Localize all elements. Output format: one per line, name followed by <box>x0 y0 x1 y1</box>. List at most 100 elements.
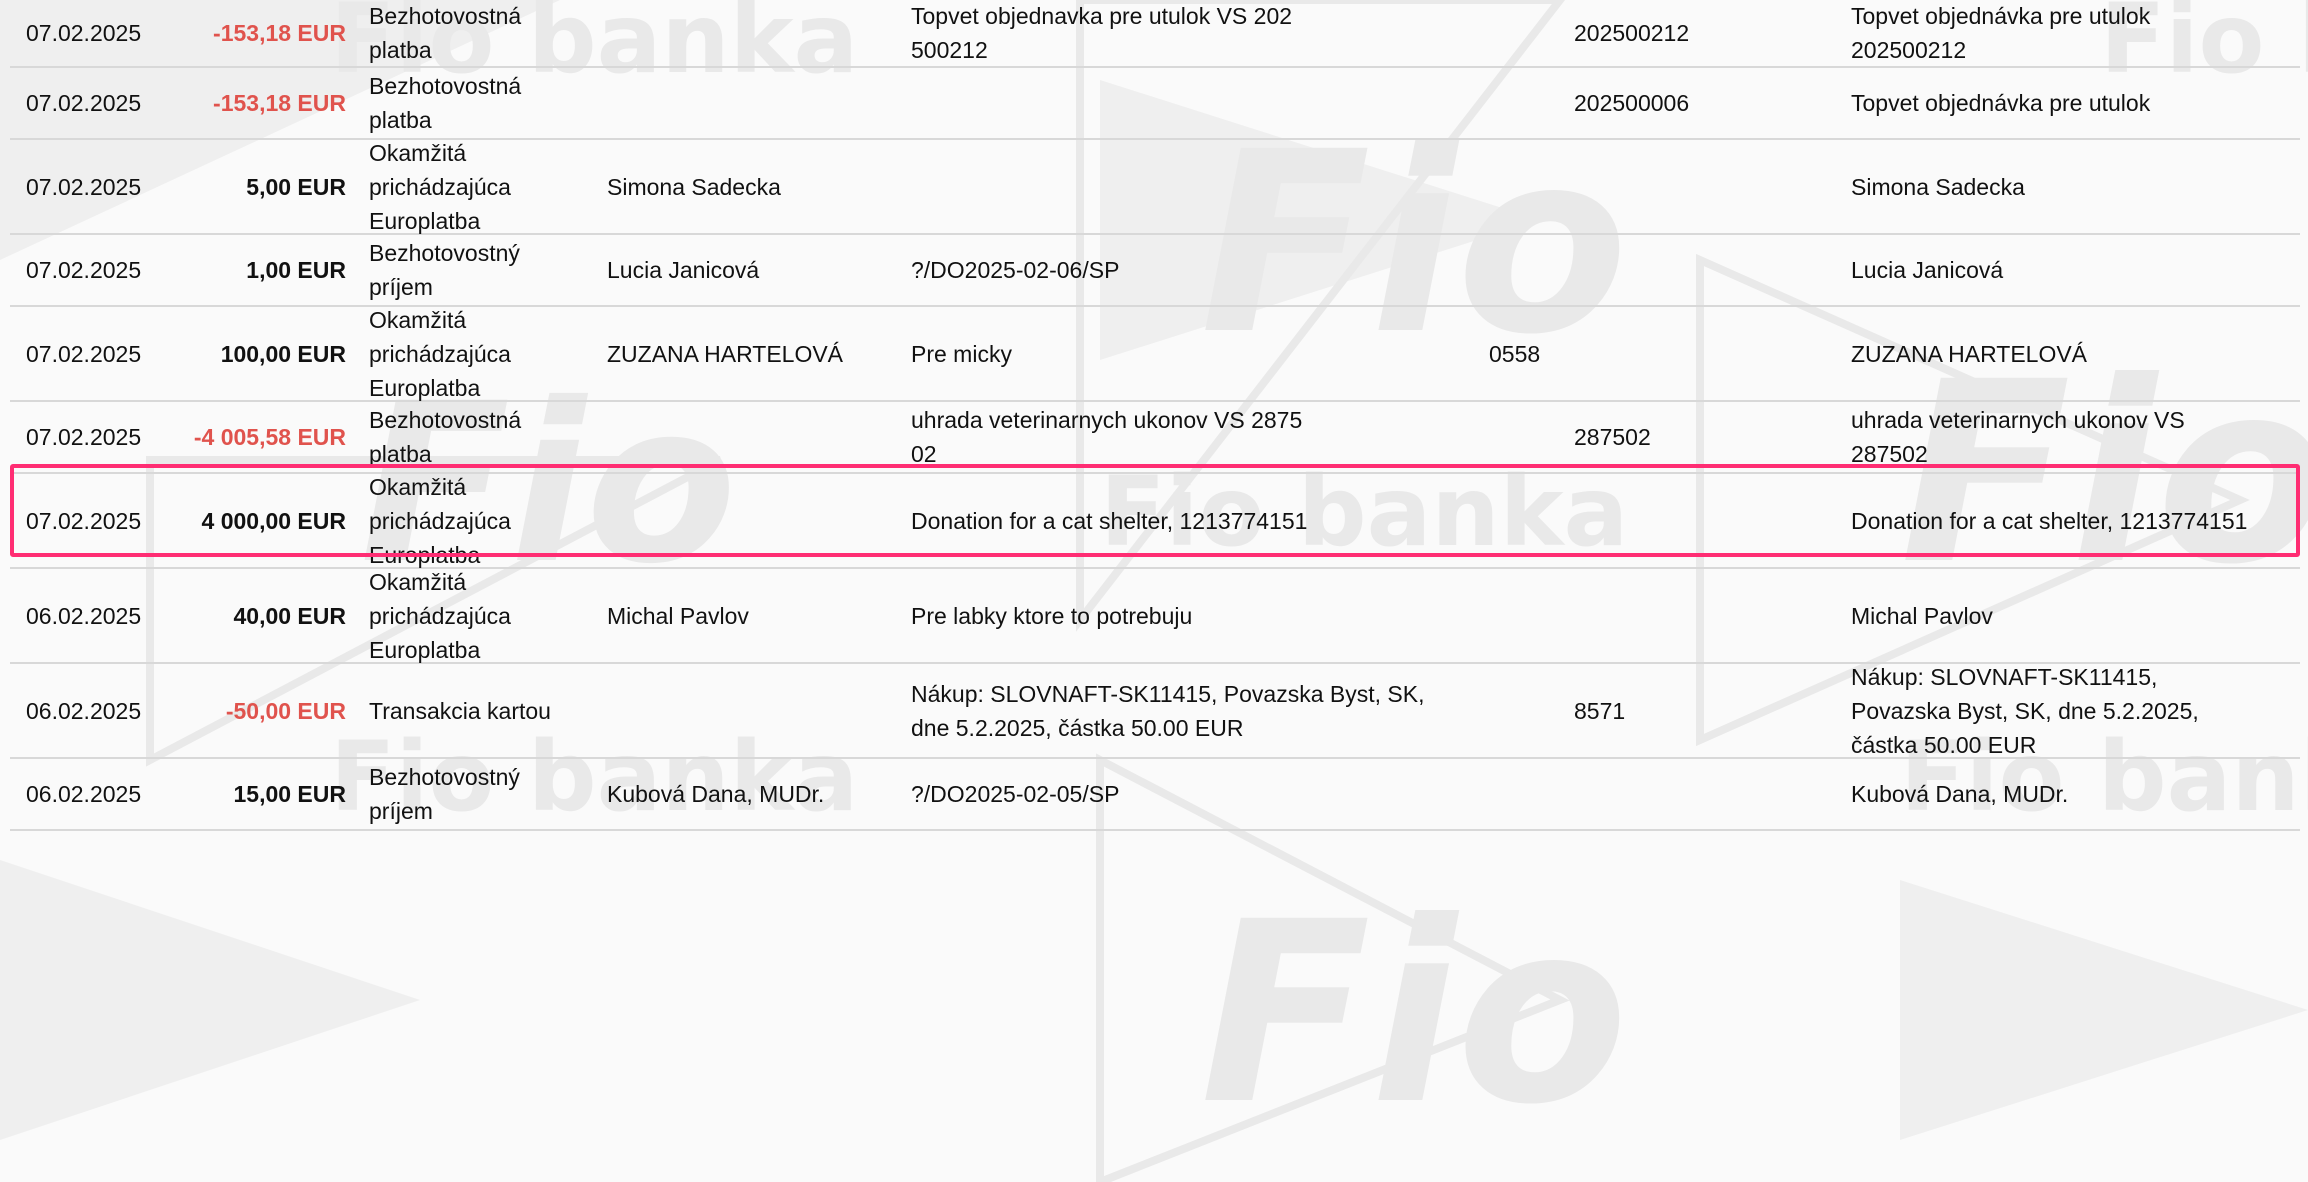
note-cell: Donation for a cat shelter, 1213774151 <box>1851 504 2291 538</box>
note-cell-line: 287502 <box>1851 441 1928 467</box>
table-row[interactable]: 07.02.2025 5,00 EUR Okamžitá prichádzajúca E… <box>10 140 2300 235</box>
message-cell-line: 02 <box>911 441 937 467</box>
note-cell: Topvet objednávka pre utulok 202500212 <box>1851 0 2291 67</box>
table-row[interactable]: 06.02.2025 15,00 EUR Bezhotovostný príjem Ku… <box>10 759 2300 831</box>
message-cell: ?/DO2025-02-05/SP <box>911 777 1471 811</box>
amount-cell: -50,00 EUR <box>225 697 346 724</box>
message-cell: ?/DO2025-02-06/SP <box>911 253 1471 287</box>
type-cell-line: Okamžitá <box>369 568 467 595</box>
table-row[interactable]: 07.02.2025 -153,18 EUR Bezhotovostná platba… <box>10 68 2300 140</box>
message-cell-line: dne 5.2.2025, částka 50.00 EUR <box>911 714 1244 741</box>
type-cell-line: Transakcia kartou <box>369 697 551 724</box>
type-cell-line: platba <box>369 37 432 63</box>
type-cell-line: Bezhotovostná <box>369 73 522 99</box>
type-cell-line: prichádzajúca <box>369 340 511 367</box>
message-cell: Topvet objednavka pre utulok VS 202 50021… <box>911 0 1471 67</box>
message-cell-line: 500212 <box>911 37 988 63</box>
note-cell: Lucia Janicová <box>1851 253 2291 287</box>
note-cell-line: Topvet objednávka pre utulok <box>1851 3 2151 29</box>
counterparty-cell: Kubová Dana, MUDr. <box>607 781 825 807</box>
type-cell-line: prichádzajúca <box>369 507 511 534</box>
note-cell: Nákup: SLOVNAFT-SK11415, Povazska Byst, S… <box>1851 660 2291 762</box>
type-cell-line: Okamžitá <box>369 139 467 166</box>
type-cell: Transakcia kartou <box>369 694 569 728</box>
message-cell-line: ?/DO2025-02-06/SP <box>911 257 1120 283</box>
date-cell: 06.02.2025 <box>26 697 142 724</box>
amount-cell: 1,00 EUR <box>246 257 346 283</box>
type-cell: Bezhotovostná platba <box>369 403 569 471</box>
note-cell-line: Donation for a cat shelter, 1213774151 <box>1851 507 2248 534</box>
table-row[interactable]: 07.02.2025 4 000,00 EUR Okamžitá prichádzaj… <box>10 474 2300 569</box>
table-row[interactable]: 07.02.2025 -4 005,58 EUR Bezhotovostná plat… <box>10 402 2300 474</box>
note-cell-line: Simona Sadecka <box>1851 173 2025 200</box>
amount-cell: -153,18 EUR <box>213 90 346 116</box>
note-cell: Kubová Dana, MUDr. <box>1851 777 2291 811</box>
note-cell-line: Michal Pavlov <box>1851 602 1993 629</box>
date-cell: 07.02.2025 <box>26 20 142 46</box>
type-cell-line: príjem <box>369 798 433 824</box>
note-cell-line: částka 50.00 EUR <box>1851 731 2037 758</box>
amount-cell: -4 005,58 EUR <box>193 424 346 450</box>
table-row[interactable]: 06.02.2025 -50,00 EUR Transakcia kartou Nák… <box>10 664 2300 759</box>
note-cell: Michal Pavlov <box>1851 599 2291 633</box>
table-row[interactable]: 07.02.2025 1,00 EUR Bezhotovostný príjem Luc… <box>10 235 2300 307</box>
type-cell: Okamžitá prichádzajúca Europlatba <box>369 470 569 572</box>
type-cell-line: Europlatba <box>369 207 481 234</box>
date-cell: 07.02.2025 <box>26 424 142 450</box>
type-cell-line: prichádzajúca <box>369 602 511 629</box>
message-cell-line: Nákup: SLOVNAFT-SK11415, Povazska Byst, … <box>911 680 1425 707</box>
type-cell-line: Europlatba <box>369 636 481 663</box>
date-cell: 06.02.2025 <box>26 781 142 807</box>
date-cell: 07.02.2025 <box>26 257 142 283</box>
transactions-table: 07.02.2025 -153,18 EUR Bezhotovostná platba… <box>10 0 2300 831</box>
note-cell: uhrada veterinarnych ukonov VS 287502 <box>1851 403 2291 471</box>
table-row[interactable]: 07.02.2025 100,00 EUR Okamžitá prichádzajúc… <box>10 307 2300 402</box>
note-cell-line: Topvet objednávka pre utulok <box>1851 90 2151 116</box>
variable-symbol-cell: 8571 <box>1574 697 1626 724</box>
message-cell-line: Donation for a cat shelter, 1213774151 <box>911 507 1308 534</box>
type-cell-line: Bezhotovostný <box>369 240 520 266</box>
table-row[interactable]: 06.02.2025 40,00 EUR Okamžitá prichádzajúca… <box>10 569 2300 664</box>
message-cell-line: Topvet objednavka pre utulok VS 202 <box>911 3 1293 29</box>
amount-cell: -153,18 EUR <box>213 20 346 46</box>
note-cell-line: Kubová Dana, MUDr. <box>1851 781 2069 807</box>
type-cell-line: platba <box>369 441 432 467</box>
message-cell: Donation for a cat shelter, 1213774151 <box>911 504 1471 538</box>
message-cell: Nákup: SLOVNAFT-SK11415, Povazska Byst, … <box>911 677 1471 745</box>
message-cell-line: Pre labky ktore to potrebuju <box>911 602 1193 629</box>
date-cell: 07.02.2025 <box>26 507 142 534</box>
type-cell: Bezhotovostná platba <box>369 69 569 137</box>
type-cell-line: Bezhotovostná <box>369 3 522 29</box>
type-cell-line: Bezhotovostná <box>369 407 522 433</box>
message-cell: uhrada veterinarnych ukonov VS 2875 02 <box>911 403 1471 471</box>
type-cell-line: Europlatba <box>369 374 481 401</box>
counterparty-cell: Michal Pavlov <box>607 602 749 629</box>
type-cell-line: Okamžitá <box>369 473 467 500</box>
amount-cell: 100,00 EUR <box>220 340 346 367</box>
type-cell-line: prichádzajúca <box>369 173 511 200</box>
type-cell: Bezhotovostná platba <box>369 0 569 67</box>
counterparty-cell: Lucia Janicová <box>607 257 760 283</box>
note-cell: ZUZANA HARTELOVÁ <box>1851 337 2291 371</box>
type-cell: Okamžitá prichádzajúca Europlatba <box>369 303 569 405</box>
constant-symbol-cell: 0558 <box>1489 340 1541 367</box>
message-cell: Pre micky <box>911 337 1471 371</box>
amount-cell: 40,00 EUR <box>233 602 346 629</box>
table-row[interactable]: 07.02.2025 -153,18 EUR Bezhotovostná platba… <box>10 0 2300 68</box>
message-cell-line: Pre micky <box>911 340 1012 367</box>
date-cell: 07.02.2025 <box>26 173 142 200</box>
type-cell-line: príjem <box>369 274 433 300</box>
note-cell-line: Povazska Byst, SK, dne 5.2.2025, <box>1851 697 2199 724</box>
variable-symbol-cell: 287502 <box>1574 424 1651 450</box>
note-cell-line: Lucia Janicová <box>1851 257 2004 283</box>
type-cell-line: Okamžitá <box>369 306 467 333</box>
date-cell: 07.02.2025 <box>26 90 142 116</box>
amount-cell: 4 000,00 EUR <box>201 507 346 534</box>
message-cell: Pre labky ktore to potrebuju <box>911 599 1471 633</box>
variable-symbol-cell: 202500212 <box>1574 20 1690 46</box>
date-cell: 06.02.2025 <box>26 602 142 629</box>
note-cell-line: ZUZANA HARTELOVÁ <box>1851 340 2088 367</box>
counterparty-cell: ZUZANA HARTELOVÁ <box>607 340 844 367</box>
date-cell: 07.02.2025 <box>26 340 142 367</box>
message-cell-line: ?/DO2025-02-05/SP <box>911 781 1120 807</box>
